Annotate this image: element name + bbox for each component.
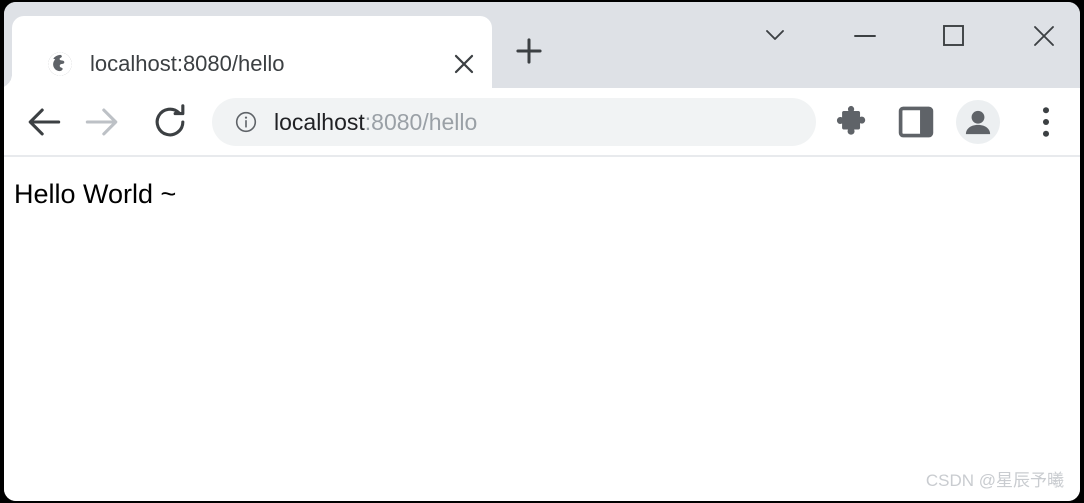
minimize-button[interactable] — [837, 10, 893, 60]
tab-title: localhost:8080/hello — [90, 51, 285, 76]
address-path: :8080/hello — [364, 109, 478, 135]
tab-search-button[interactable] — [747, 10, 803, 60]
three-dots-icon[interactable] — [1024, 100, 1068, 144]
close-window-button[interactable] — [1016, 10, 1072, 60]
puzzle-icon[interactable] — [832, 100, 876, 144]
tab-strip: localhost:8080/hello — [4, 2, 1080, 88]
maximize-button[interactable] — [925, 10, 981, 60]
info-circle-icon[interactable] — [234, 110, 258, 134]
reload-button[interactable] — [148, 100, 192, 144]
forward-button[interactable] — [80, 100, 124, 144]
address-bar[interactable]: localhost:8080/hello — [212, 98, 816, 146]
tab-close-icon[interactable] — [448, 48, 480, 80]
profile-avatar[interactable] — [956, 100, 1000, 144]
side-panel-icon[interactable] — [894, 100, 938, 144]
page-heading: Hello World ~ — [14, 179, 177, 209]
new-tab-button[interactable] — [510, 32, 548, 70]
watermark: CSDN @星辰予曦 — [925, 471, 1064, 490]
globe-icon — [46, 50, 74, 78]
address-host: localhost — [274, 109, 365, 135]
back-button[interactable] — [22, 100, 66, 144]
page-viewport: Hello World ~ CSDN @星辰予曦 — [4, 157, 1080, 501]
browser-tab[interactable]: localhost:8080/hello — [4, 16, 492, 88]
browser-window: localhost:8080/hello localhost:8080/hell… — [4, 2, 1080, 501]
browser-toolbar: localhost:8080/hello — [4, 88, 1080, 156]
address-bar-text: localhost:8080/hello — [274, 107, 477, 137]
